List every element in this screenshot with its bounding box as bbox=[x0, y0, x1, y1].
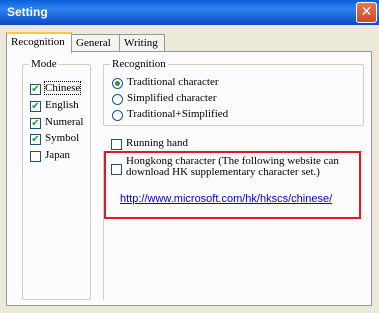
radio-icon bbox=[112, 78, 123, 89]
window-title: Setting bbox=[7, 5, 48, 19]
mode-english-label: English bbox=[45, 99, 79, 111]
tab-panel: Mode ✔ Chinese ✔ English ✔ Numeral ✔ Sym… bbox=[6, 51, 372, 306]
tab-recognition[interactable]: Recognition bbox=[6, 32, 72, 53]
mode-numeral-label: Numeral bbox=[45, 116, 84, 128]
checkbox-icon: ✔ bbox=[30, 118, 41, 129]
recognition-legend: Recognition bbox=[110, 58, 168, 70]
radio-icon bbox=[112, 94, 123, 105]
checkbox-icon: ✔ bbox=[30, 84, 41, 95]
title-bar: Setting ✕ bbox=[0, 0, 379, 25]
checkbox-icon: ✔ bbox=[30, 134, 41, 145]
mode-japan-label: Japan bbox=[45, 149, 71, 161]
mode-symbol-label: Symbol bbox=[45, 132, 80, 144]
highlight-box bbox=[104, 151, 361, 219]
recognition-group: Recognition Traditional character Simpli… bbox=[103, 58, 364, 126]
checkbox-icon bbox=[30, 151, 41, 162]
mode-group: Mode ✔ Chinese ✔ English ✔ Numeral ✔ Sym… bbox=[22, 58, 91, 300]
checkbox-icon: ✔ bbox=[30, 101, 41, 112]
radio-traditional-simplified-label: Traditional+Simplified bbox=[127, 108, 229, 120]
checkbox-icon bbox=[111, 139, 122, 150]
radio-simplified-label: Simplified character bbox=[127, 92, 217, 104]
tab-general[interactable]: General bbox=[71, 34, 120, 51]
radio-traditional-label: Traditional character bbox=[127, 76, 219, 88]
tab-writing[interactable]: Writing bbox=[119, 34, 165, 51]
mode-legend: Mode bbox=[29, 58, 59, 70]
radio-icon bbox=[112, 110, 123, 121]
running-hand-label: Running hand bbox=[126, 137, 189, 149]
mode-chinese-label: Chinese bbox=[43, 81, 82, 95]
close-button[interactable]: ✕ bbox=[356, 2, 377, 23]
close-icon: ✕ bbox=[360, 4, 373, 20]
